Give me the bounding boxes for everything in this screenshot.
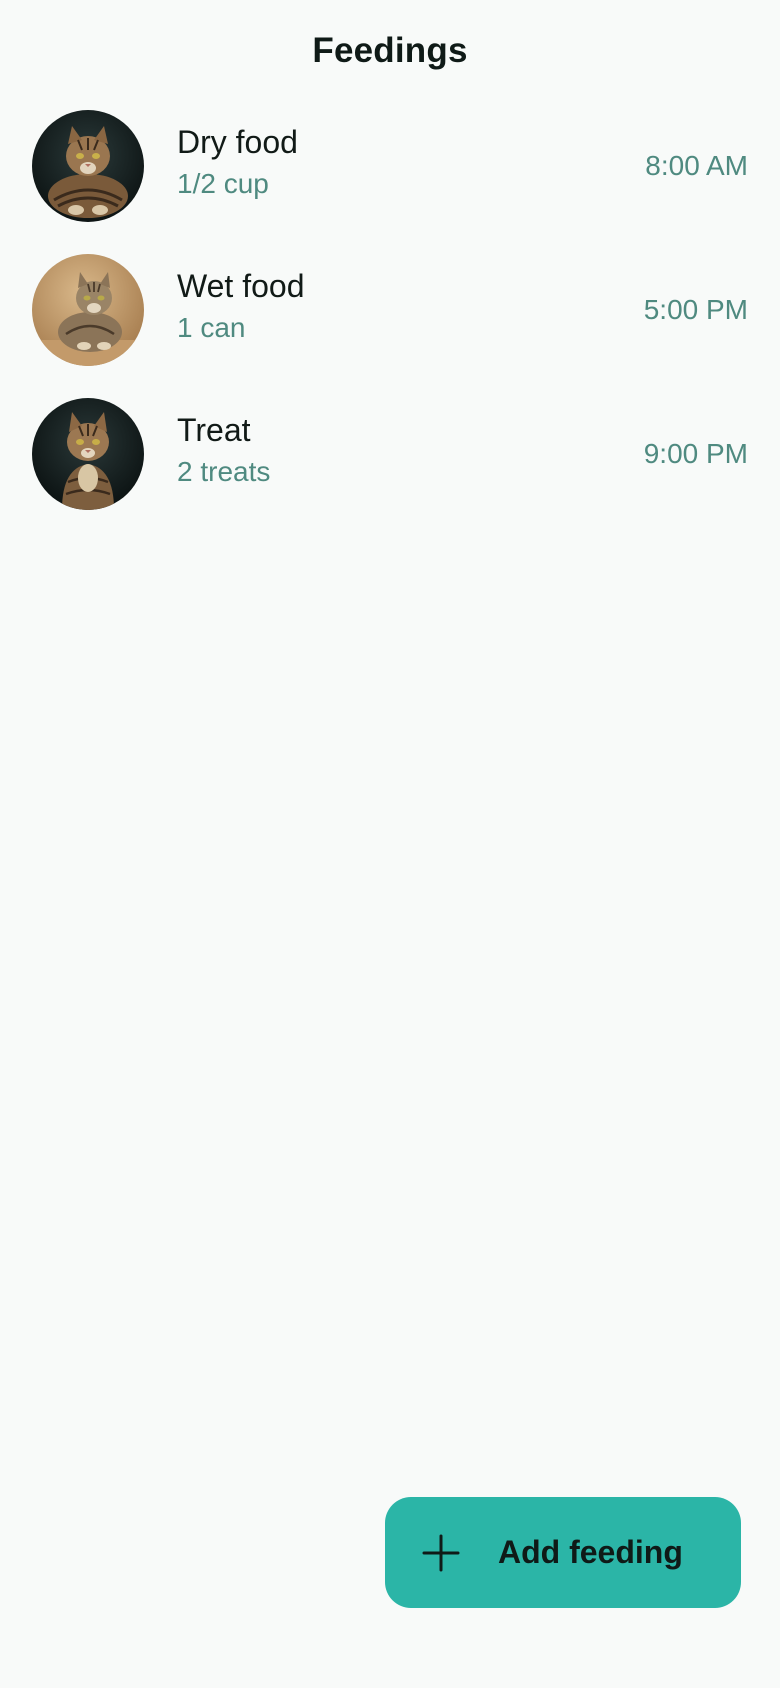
feeding-amount: 1/2 cup bbox=[177, 168, 269, 199]
avatar bbox=[32, 110, 144, 222]
feeding-text: Treat 2 treats bbox=[177, 410, 270, 492]
feeding-time: 5:00 PM bbox=[643, 294, 748, 325]
header: Feedings bbox=[0, 0, 780, 100]
feeding-title: Dry food bbox=[177, 124, 298, 160]
add-feeding-button[interactable]: Add feeding bbox=[385, 1497, 741, 1608]
list-item[interactable]: Dry food 1/2 cup 8:00 AM bbox=[0, 104, 780, 248]
page-title: Feedings bbox=[312, 31, 468, 70]
plus-icon bbox=[422, 1534, 460, 1572]
cat-photo-dark bbox=[32, 110, 144, 222]
feeding-time: 8:00 AM bbox=[645, 150, 748, 181]
feeding-text: Dry food 1/2 cup bbox=[177, 122, 298, 204]
list-item[interactable]: Treat 2 treats 9:00 PM bbox=[0, 392, 780, 536]
feeding-text: Wet food 1 can bbox=[177, 266, 304, 348]
feedings-screen: Feedings Dry food 1/2 cup 8:00 AM Wet fo… bbox=[0, 0, 780, 1688]
feeding-time: 9:00 PM bbox=[643, 438, 748, 469]
avatar bbox=[32, 254, 144, 366]
add-feeding-label: Add feeding bbox=[498, 1534, 683, 1570]
avatar bbox=[32, 398, 144, 510]
list-item[interactable]: Wet food 1 can 5:00 PM bbox=[0, 248, 780, 392]
cat-photo-tan bbox=[32, 254, 144, 366]
cat-photo-dark bbox=[32, 398, 144, 510]
feeding-amount: 1 can bbox=[177, 312, 246, 343]
feeding-title: Wet food bbox=[177, 268, 305, 304]
feeding-amount: 2 treats bbox=[177, 456, 271, 487]
feeding-title: Treat bbox=[177, 412, 251, 448]
feedings-list: Dry food 1/2 cup 8:00 AM Wet food 1 can … bbox=[0, 104, 780, 536]
